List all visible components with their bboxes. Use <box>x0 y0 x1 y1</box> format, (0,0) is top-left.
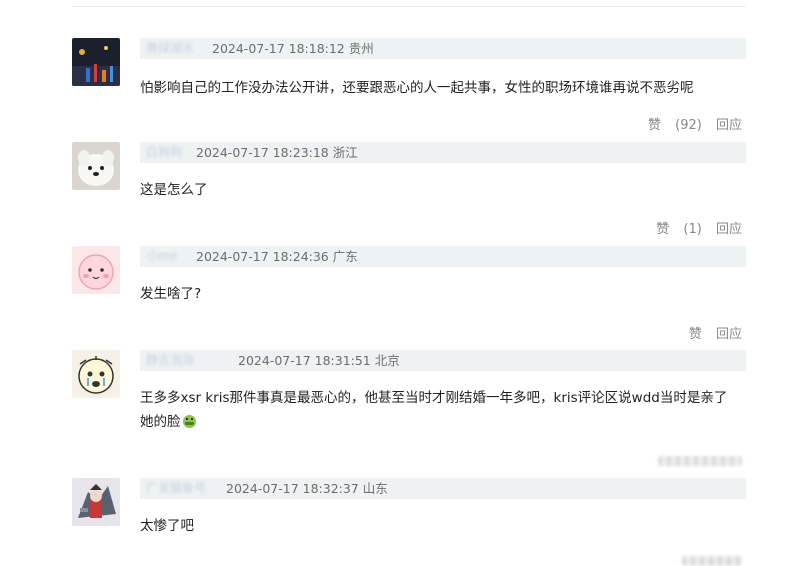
username[interactable]: 白狗狗 <box>146 142 182 163</box>
comment-item: 广发猫鱼号 2024-07-17 18:32:37 山东 太惨了吧 <box>72 478 746 566</box>
white-dog-icon <box>72 142 120 190</box>
like-button[interactable]: 赞 (1) <box>646 222 702 237</box>
location: 广东 <box>332 249 358 264</box>
pink-cartoon-icon <box>72 246 120 294</box>
avatar[interactable] <box>72 246 120 294</box>
location: 浙江 <box>332 145 358 160</box>
comment-item: 黄绿湖水 2024-07-17 18:18:12 贵州 怕影响自己的工作没办法公… <box>72 38 746 134</box>
comment-text: 王多多xsr kris那件事真是最恶心的，他甚至当时才刚结婚一年多吧，kris评… <box>140 390 728 430</box>
reply-button[interactable]: 回应 <box>716 118 742 133</box>
comment-actions <box>658 456 742 466</box>
comment-meta: 黄绿湖水 2024-07-17 18:18:12 贵州 <box>140 38 746 59</box>
avatar[interactable] <box>72 478 120 526</box>
anime-mech-icon <box>72 478 120 526</box>
comment-meta: 静言泡泡 2024-07-17 18:31:51 北京 <box>140 350 746 371</box>
comment-item: 静言泡泡 2024-07-17 18:31:51 北京 王多多xsr kris那… <box>72 350 746 470</box>
comment-page: 黄绿湖水 2024-07-17 18:18:12 贵州 怕影响自己的工作没办法公… <box>0 0 792 566</box>
avatar[interactable] <box>72 142 120 190</box>
timestamp: 2024-07-17 18:24:36 广东 <box>196 249 358 264</box>
like-count: (1) <box>683 222 702 237</box>
timestamp: 2024-07-17 18:32:37 山东 <box>226 481 388 496</box>
timestamp: 2024-07-17 18:23:18 浙江 <box>196 145 358 160</box>
reply-button[interactable]: 回应 <box>716 327 742 342</box>
location: 山东 <box>362 481 388 496</box>
divider <box>72 6 746 7</box>
comment-meta: 广发猫鱼号 2024-07-17 18:32:37 山东 <box>140 478 746 499</box>
like-button[interactable]: 赞 (92) <box>638 118 702 133</box>
comment-text: 这是怎么了 <box>140 182 208 198</box>
comment-text: 发生啥了? <box>140 286 202 302</box>
username[interactable]: 黄绿湖水 <box>146 38 194 59</box>
location: 贵州 <box>348 41 374 56</box>
timestamp: 2024-07-17 18:31:51 北京 <box>238 353 400 368</box>
location: 北京 <box>374 353 400 368</box>
username[interactable]: 广发猫鱼号 <box>146 478 206 499</box>
comment-item: 白狗狗 2024-07-17 18:23:18 浙江 这是怎么了 赞 (1) 回… <box>72 142 746 238</box>
comment-actions: 赞 (92) 回应 <box>628 114 742 133</box>
username[interactable]: 小me <box>146 246 177 267</box>
comment-actions: 赞 (1) 回应 <box>636 218 742 237</box>
comment-text: 太惨了吧 <box>140 518 194 534</box>
comment-actions <box>682 556 742 566</box>
comment-actions: 赞 回应 <box>679 323 742 342</box>
timestamp: 2024-07-17 18:18:12 贵州 <box>212 41 374 56</box>
like-button[interactable]: 赞 <box>689 327 702 342</box>
comment-meta: 小me 2024-07-17 18:24:36 广东 <box>140 246 746 267</box>
username[interactable]: 静言泡泡 <box>146 350 194 371</box>
like-count: (92) <box>675 118 702 133</box>
night-city-lights-icon <box>72 38 120 86</box>
comment-item: 小me 2024-07-17 18:24:36 广东 发生啥了? 赞 回应 <box>72 246 746 344</box>
avatar[interactable] <box>72 350 120 398</box>
avatar[interactable] <box>72 38 120 86</box>
reply-button[interactable]: 回应 <box>716 222 742 237</box>
nauseated-face-icon <box>182 415 196 428</box>
crying-cartoon-icon <box>72 350 120 398</box>
comment-meta: 白狗狗 2024-07-17 18:23:18 浙江 <box>140 142 746 163</box>
comment-text: 怕影响自己的工作没办法公开讲，还要跟恶心的人一起共事，女性的职场环境谁再说不恶劣… <box>140 80 694 96</box>
